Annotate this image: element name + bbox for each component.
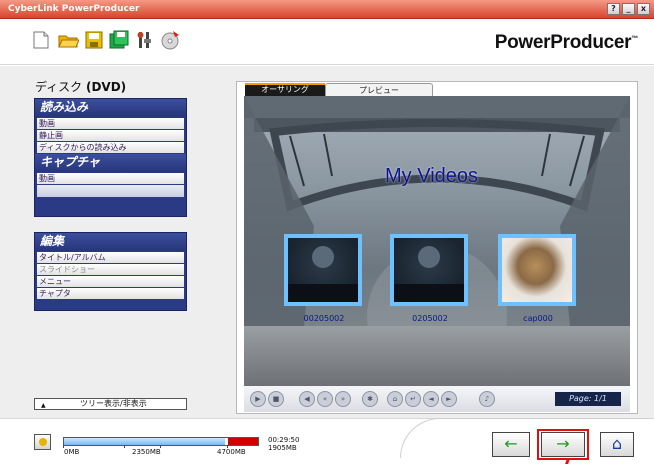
capacity-label-2: 4700MB xyxy=(217,448,246,456)
tab-authoring[interactable]: オーサリング xyxy=(245,83,325,97)
crowd-ground xyxy=(244,326,630,386)
help-button[interactable]: ? xyxy=(607,3,620,15)
toolbar: PowerProducer™ xyxy=(0,19,654,65)
thumbnail-1[interactable] xyxy=(284,234,362,306)
next-button-highlight xyxy=(537,429,589,460)
thumbnail-image xyxy=(312,246,334,268)
edit-header: 編集 xyxy=(35,233,186,251)
capture-header: キャプチャ xyxy=(35,154,186,172)
capacity-fill xyxy=(64,438,226,445)
settings-icon[interactable] xyxy=(134,29,156,51)
home-menu-icon[interactable]: ⌂ xyxy=(387,391,403,407)
edit-panel: 編集 タイトル/アルバム スライドショー メニュー チャプタ xyxy=(34,232,187,311)
import-still-item[interactable]: 静止画 xyxy=(37,130,184,141)
menu-preview-canvas: My Videos 00205002 0205002 cap000 xyxy=(244,96,630,386)
menu-icon[interactable]: ✱ xyxy=(362,391,378,407)
thumbnail-image xyxy=(418,246,440,268)
triangle-up-icon: ▲ xyxy=(41,402,46,409)
play-icon[interactable]: ▶ xyxy=(250,391,266,407)
total-duration: 00:29:50 xyxy=(268,436,300,444)
capacity-overflow-zone xyxy=(228,438,258,445)
panel-spacer xyxy=(37,185,184,197)
new-icon[interactable] xyxy=(30,29,52,51)
window-title: CyberLink PowerProducer xyxy=(8,4,140,14)
home-button[interactable]: ⌂ xyxy=(600,432,634,457)
thumbnail-2[interactable] xyxy=(390,234,468,306)
capacity-tick xyxy=(124,445,125,448)
import-from-disc-item[interactable]: ディスクからの読み込み xyxy=(37,142,184,153)
right-icon[interactable]: ► xyxy=(441,391,457,407)
edit-chapter-item[interactable]: チャプタ xyxy=(37,288,184,299)
total-size: 1905MB xyxy=(268,444,297,452)
import-video-item[interactable]: 動画 xyxy=(37,118,184,129)
import-header: 読み込み xyxy=(35,99,186,117)
thumbnail-1-label: 00205002 xyxy=(303,314,345,323)
thumbnail-3-label: cap000 xyxy=(523,314,553,323)
app-brand: PowerProducer™ xyxy=(494,32,639,53)
capacity-bar xyxy=(63,437,259,446)
back-button[interactable]: ← xyxy=(492,432,530,457)
thumbnail-silhouette xyxy=(288,284,358,302)
tab-preview[interactable]: プレビュー xyxy=(325,83,433,97)
burn-icon[interactable] xyxy=(159,29,181,51)
save-icon[interactable] xyxy=(83,29,105,51)
disc-title: ディスク (DVD) xyxy=(35,80,127,94)
edit-slideshow-item[interactable]: スライドショー xyxy=(37,264,184,275)
volume-icon[interactable]: ♪ xyxy=(479,391,495,407)
capacity-label-1: 2350MB xyxy=(132,448,161,456)
menu-title-text[interactable]: My Videos xyxy=(385,165,478,188)
capacity-label-0: 0MB xyxy=(64,448,80,456)
thumbnail-3[interactable] xyxy=(498,234,576,306)
forward-icon[interactable]: » xyxy=(335,391,351,407)
tree-toggle-label: ツリー表示/非表示 xyxy=(80,399,147,408)
capacity-info: 00:29:50 1905MB xyxy=(268,436,299,452)
open-folder-icon[interactable] xyxy=(57,29,80,51)
edit-title-album-item[interactable]: タイトル/アルバム xyxy=(37,252,184,263)
edit-menu-item[interactable]: メニュー xyxy=(37,276,184,287)
minimize-button[interactable]: _ xyxy=(622,3,635,15)
tree-toggle-button[interactable]: ▲ ツリー表示/非表示 xyxy=(34,398,187,410)
capture-video-item[interactable]: 動画 xyxy=(37,173,184,184)
thumbnail-silhouette xyxy=(394,284,464,302)
close-button[interactable]: x xyxy=(637,3,650,15)
rewind-icon[interactable]: « xyxy=(317,391,333,407)
stop-icon[interactable]: ■ xyxy=(268,391,284,407)
title-bar: CyberLink PowerProducer ? _ x xyxy=(0,0,654,19)
disc-type-icon[interactable] xyxy=(34,434,51,450)
home-icon: ⌂ xyxy=(611,434,623,453)
save-as-icon[interactable] xyxy=(108,29,130,51)
left-icon[interactable]: ◄ xyxy=(423,391,439,407)
previous-icon[interactable]: ◀ xyxy=(299,391,315,407)
import-panel: 読み込み 動画 静止画 ディスクからの読み込み キャプチャ 動画 xyxy=(34,98,187,217)
thumbnail-2-label: 0205002 xyxy=(412,314,448,323)
page-indicator: Page: 1/1 xyxy=(555,392,621,406)
return-icon[interactable]: ↵ xyxy=(405,391,421,407)
arrow-left-icon: ← xyxy=(504,434,518,453)
